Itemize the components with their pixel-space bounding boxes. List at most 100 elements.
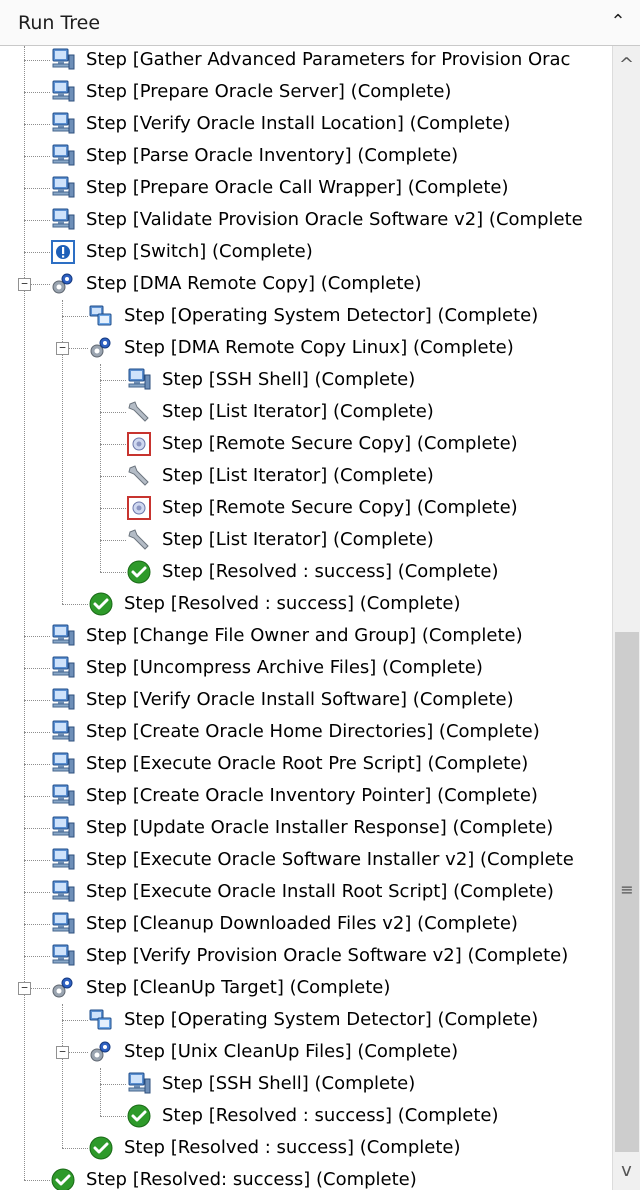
tree-node[interactable]: Step [Cleanup Downloaded Files v2] (Comp… <box>0 908 612 940</box>
tree-node-label: Step [Update Oracle Installer Response] … <box>86 817 554 838</box>
scroll-up-icon[interactable]: ^ <box>613 48 640 82</box>
tree-node[interactable]: Step [Verify Provision Oracle Software v… <box>0 940 612 972</box>
tree-node-label: Step [Cleanup Downloaded Files v2] (Comp… <box>86 913 518 934</box>
tree-node[interactable]: Step [Resolved : success] (Complete) <box>0 588 612 620</box>
tree-node-label: Step [DMA Remote Copy] (Complete) <box>86 273 422 294</box>
tree-node[interactable]: Step [Execute Oracle Install Root Script… <box>0 876 612 908</box>
tree-node[interactable]: Step [Parse Oracle Inventory] (Complete) <box>0 140 612 172</box>
os-detector-icon <box>88 1007 114 1033</box>
wrench-icon <box>126 463 152 489</box>
server-icon <box>50 847 76 873</box>
tree-node-label: Step [Unix CleanUp Files] (Complete) <box>124 1041 459 1062</box>
tree-node[interactable]: Step [Execute Oracle Software Installer … <box>0 844 612 876</box>
tree-node[interactable]: Step [Execute Oracle Root Pre Script] (C… <box>0 748 612 780</box>
scroll-down-icon[interactable]: v <box>613 1154 640 1188</box>
tree-node-label: Step [Resolved : success] (Complete) <box>162 1105 499 1126</box>
server-icon <box>50 79 76 105</box>
tree-node[interactable]: Step [SSH Shell] (Complete) <box>0 364 612 396</box>
vertical-scrollbar[interactable]: ^ ≡ v <box>612 46 640 1190</box>
tree-node[interactable]: Step [DMA Remote Copy] (Complete) <box>0 268 612 300</box>
tree-node-label: Step [Resolved: success] (Complete) <box>86 1169 417 1190</box>
tree-node-label: Step [Parse Oracle Inventory] (Complete) <box>86 145 459 166</box>
tree-node[interactable]: Step [SSH Shell] (Complete) <box>0 1068 612 1100</box>
secure-copy-icon <box>126 431 152 457</box>
tree-node[interactable]: Step [Resolved: success] (Complete) <box>0 1164 612 1190</box>
server-icon <box>50 623 76 649</box>
scrollbar-grip-icon: ≡ <box>620 880 634 899</box>
tree-node-label: Step [Remote Secure Copy] (Complete) <box>162 433 518 454</box>
gear-icon <box>50 271 76 297</box>
tree-node[interactable]: Step [Operating System Detector] (Comple… <box>0 300 612 332</box>
tree-node-label: Step [Resolved : success] (Complete) <box>124 593 461 614</box>
tree-node[interactable]: Step [List Iterator] (Complete) <box>0 524 612 556</box>
success-check-icon <box>50 1167 76 1190</box>
tree-node[interactable]: Step [CleanUp Target] (Complete) <box>0 972 612 1004</box>
switch-icon <box>50 239 76 265</box>
tree-node-label: Step [Gather Advanced Parameters for Pro… <box>86 49 571 70</box>
os-detector-icon <box>88 303 114 329</box>
tree-node[interactable]: Step [Prepare Oracle Call Wrapper] (Comp… <box>0 172 612 204</box>
tree-node[interactable]: Step [Resolved : success] (Complete) <box>0 1132 612 1164</box>
tree-node-label: Step [Resolved : success] (Complete) <box>124 1137 461 1158</box>
tree-node-label: Step [Prepare Oracle Call Wrapper] (Comp… <box>86 177 509 198</box>
tree-node-label: Step [Operating System Detector] (Comple… <box>124 1009 539 1030</box>
tree-node-label: Step [List Iterator] (Complete) <box>162 529 434 550</box>
server-icon <box>50 687 76 713</box>
tree-node[interactable]: Step [Remote Secure Copy] (Complete) <box>0 492 612 524</box>
tree-node-label: Step [Verify Oracle Install Software] (C… <box>86 689 514 710</box>
tree-node[interactable]: Step [List Iterator] (Complete) <box>0 460 612 492</box>
panel-header: Run Tree ⌃ <box>0 0 640 46</box>
tree-node[interactable]: Step [Change File Owner and Group] (Comp… <box>0 620 612 652</box>
tree-node[interactable]: Step [Verify Oracle Install Software] (C… <box>0 684 612 716</box>
tree-node[interactable]: Step [List Iterator] (Complete) <box>0 396 612 428</box>
tree-node-label: Step [Execute Oracle Root Pre Script] (C… <box>86 753 529 774</box>
server-icon <box>50 719 76 745</box>
tree-node[interactable]: Step [Uncompress Archive Files] (Complet… <box>0 652 612 684</box>
server-icon <box>50 207 76 233</box>
tree-node[interactable]: Step [Resolved : success] (Complete) <box>0 1100 612 1132</box>
server-icon <box>50 143 76 169</box>
server-icon <box>50 943 76 969</box>
tree-node-label: Step [Verify Oracle Install Location] (C… <box>86 113 511 134</box>
run-tree[interactable]: Step [Gather Advanced Parameters for Pro… <box>0 46 612 1190</box>
tree-node[interactable]: Step [Unix CleanUp Files] (Complete) <box>0 1036 612 1068</box>
server-icon <box>50 751 76 777</box>
scrollbar-thumb[interactable]: ≡ <box>615 632 639 1152</box>
run-tree-panel: Run Tree ⌃ Step [Gather Advanced Paramet… <box>0 0 640 1190</box>
tree-node[interactable]: Step [Operating System Detector] (Comple… <box>0 1004 612 1036</box>
secure-copy-icon <box>126 495 152 521</box>
tree-node[interactable]: Step [Verify Oracle Install Location] (C… <box>0 108 612 140</box>
tree-node[interactable]: Step [DMA Remote Copy Linux] (Complete) <box>0 332 612 364</box>
tree-node-label: Step [SSH Shell] (Complete) <box>162 1073 416 1094</box>
panel-title: Run Tree <box>18 12 101 34</box>
tree-node[interactable]: Step [Resolved : success] (Complete) <box>0 556 612 588</box>
wrench-icon <box>126 399 152 425</box>
server-icon <box>50 911 76 937</box>
tree-node-label: Step [Switch] (Complete) <box>86 241 313 262</box>
collapse-panel-icon[interactable]: ⌃ <box>608 10 628 34</box>
gear-icon <box>50 975 76 1001</box>
tree-node[interactable]: Step [Update Oracle Installer Response] … <box>0 812 612 844</box>
tree-node[interactable]: Step [Switch] (Complete) <box>0 236 612 268</box>
tree-node-label: Step [CleanUp Target] (Complete) <box>86 977 391 998</box>
server-icon <box>50 111 76 137</box>
gear-icon <box>88 335 114 361</box>
tree-node-label: Step [Execute Oracle Software Installer … <box>86 849 574 870</box>
tree-node[interactable]: Step [Create Oracle Home Directories] (C… <box>0 716 612 748</box>
server-icon <box>126 367 152 393</box>
tree-node-label: Step [Operating System Detector] (Comple… <box>124 305 539 326</box>
server-icon <box>126 1071 152 1097</box>
success-check-icon <box>126 1103 152 1129</box>
tree-node[interactable]: Step [Prepare Oracle Server] (Complete) <box>0 76 612 108</box>
tree-node-label: Step [List Iterator] (Complete) <box>162 401 434 422</box>
success-check-icon <box>126 559 152 585</box>
server-icon <box>50 655 76 681</box>
tree-node-label: Step [Verify Provision Oracle Software v… <box>86 945 569 966</box>
tree-node[interactable]: Step [Gather Advanced Parameters for Pro… <box>0 46 612 76</box>
success-check-icon <box>88 1135 114 1161</box>
tree-node-label: Step [List Iterator] (Complete) <box>162 465 434 486</box>
tree-node[interactable]: Step [Create Oracle Inventory Pointer] (… <box>0 780 612 812</box>
success-check-icon <box>88 591 114 617</box>
tree-node[interactable]: Step [Validate Provision Oracle Software… <box>0 204 612 236</box>
tree-node[interactable]: Step [Remote Secure Copy] (Complete) <box>0 428 612 460</box>
